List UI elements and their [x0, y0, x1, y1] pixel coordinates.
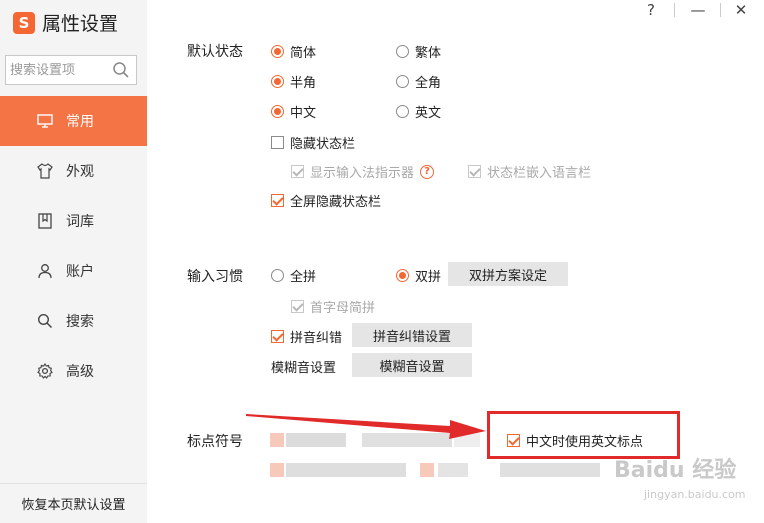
radio-label: 双拼 [415, 270, 442, 285]
sidebar-item-label: 词库 [66, 214, 94, 230]
checkbox-indicator [291, 165, 304, 178]
radio-shuangpin[interactable]: 双拼 [396, 266, 441, 285]
radio-indicator[interactable] [396, 269, 409, 282]
monitor-icon [36, 112, 54, 130]
radio-label: 中文 [290, 106, 317, 121]
radio-english[interactable]: 英文 [396, 102, 441, 121]
sidebar: S 属性设置 常用 外观 词库 [0, 0, 147, 523]
help-button[interactable]: ? [632, 0, 670, 20]
section-default-status-label: 默认状态 [187, 44, 243, 60]
checkbox-label: 全屏隐藏状态栏 [290, 195, 382, 210]
section-punctuation-label: 标点符号 [187, 434, 243, 450]
checkbox-embed-language-bar: 状态栏嵌入语言栏 [468, 162, 591, 181]
app-title: 属性设置 [42, 13, 119, 35]
watermark: Baidu 经验 [614, 458, 737, 483]
search-box[interactable] [5, 55, 137, 85]
search-icon [36, 312, 54, 330]
radio-indicator[interactable] [396, 75, 409, 88]
checkbox-hide-status-bar[interactable]: 隐藏状态栏 [271, 133, 355, 152]
radio-indicator[interactable] [271, 269, 284, 282]
help-icon[interactable]: ? [420, 164, 435, 179]
restore-defaults-button[interactable]: 恢复本页默认设置 [0, 483, 147, 523]
sidebar-item-appearance[interactable]: 外观 [0, 146, 147, 196]
section-input-habit-label: 输入习惯 [187, 269, 243, 285]
radio-indicator[interactable] [271, 45, 284, 58]
blurred-region [420, 463, 434, 477]
radio-label: 简体 [290, 46, 317, 61]
shuangpin-scheme-button[interactable]: 双拼方案设定 [448, 262, 568, 286]
radio-indicator[interactable] [271, 105, 284, 118]
divider [674, 3, 675, 17]
radio-quanpin[interactable]: 全拼 [271, 266, 316, 285]
app-header: S 属性设置 [13, 9, 118, 36]
checkbox-pinyin-correction[interactable]: 拼音纠错 [271, 327, 342, 346]
user-icon [36, 262, 54, 280]
radio-label: 英文 [415, 106, 442, 121]
divider [720, 3, 721, 17]
annotation-arrow [246, 414, 486, 439]
checkbox-indicator [291, 300, 304, 313]
radio-half-width[interactable]: 半角 [271, 72, 316, 91]
radio-indicator[interactable] [396, 45, 409, 58]
book-icon [36, 212, 54, 230]
shirt-icon [36, 162, 54, 180]
blurred-region [286, 463, 406, 477]
checkbox-indicator [468, 165, 481, 178]
radio-chinese[interactable]: 中文 [271, 102, 316, 121]
checkbox-label: 状态栏嵌入语言栏 [487, 166, 592, 181]
blurred-region [438, 463, 468, 477]
checkbox-label: 首字母简拼 [310, 301, 376, 316]
sidebar-item-lexicon[interactable]: 词库 [0, 196, 147, 246]
sidebar-item-label: 账户 [66, 264, 94, 280]
fuzzy-sound-button[interactable]: 模糊音设置 [352, 353, 472, 377]
sidebar-item-advanced[interactable]: 高级 [0, 346, 147, 396]
radio-label: 半角 [290, 76, 317, 91]
checkbox-label: 显示输入法指示器 [310, 166, 415, 181]
checkbox-initials: 首字母简拼 [291, 297, 375, 316]
sidebar-item-label: 高级 [66, 364, 94, 380]
radio-label: 全角 [415, 76, 442, 91]
search-input[interactable] [10, 61, 110, 79]
radio-traditional[interactable]: 繁体 [396, 42, 441, 61]
radio-label: 繁体 [415, 46, 442, 61]
radio-simplified[interactable]: 简体 [271, 42, 316, 61]
watermark-url: jingyan.baidu.com [644, 488, 746, 501]
sidebar-nav: 常用 外观 词库 账户 搜索 高级 [0, 96, 147, 396]
checkbox-indicator[interactable] [271, 136, 284, 149]
checkbox-fullscreen-hide[interactable]: 全屏隐藏状态栏 [271, 191, 381, 210]
checkbox-indicator[interactable] [271, 330, 284, 343]
checkbox-indicator[interactable] [271, 194, 284, 207]
sidebar-item-account[interactable]: 账户 [0, 246, 147, 296]
pinyin-correction-button[interactable]: 拼音纠错设置 [352, 323, 472, 347]
checkbox-label: 拼音纠错 [290, 331, 343, 346]
blurred-region [500, 463, 600, 477]
blurred-region [270, 463, 284, 477]
sogou-logo-icon: S [13, 11, 35, 34]
sidebar-item-search[interactable]: 搜索 [0, 296, 147, 346]
sidebar-item-general[interactable]: 常用 [0, 96, 147, 146]
fuzzy-sound-label: 模糊音设置 [271, 361, 337, 376]
radio-indicator[interactable] [271, 75, 284, 88]
sidebar-item-label: 搜索 [66, 314, 94, 330]
close-button[interactable]: ✕ [722, 0, 760, 20]
sidebar-item-label: 常用 [66, 114, 94, 130]
sidebar-item-label: 外观 [66, 164, 94, 180]
checkbox-show-indicator: 显示输入法指示器 ? [291, 162, 435, 181]
radio-indicator[interactable] [396, 105, 409, 118]
checkbox-label: 隐藏状态栏 [290, 137, 356, 152]
search-icon[interactable] [112, 61, 130, 79]
minimize-button[interactable]: — [679, 0, 717, 20]
radio-full-width[interactable]: 全角 [396, 72, 441, 91]
gear-icon [36, 362, 54, 380]
radio-label: 全拼 [290, 270, 317, 285]
